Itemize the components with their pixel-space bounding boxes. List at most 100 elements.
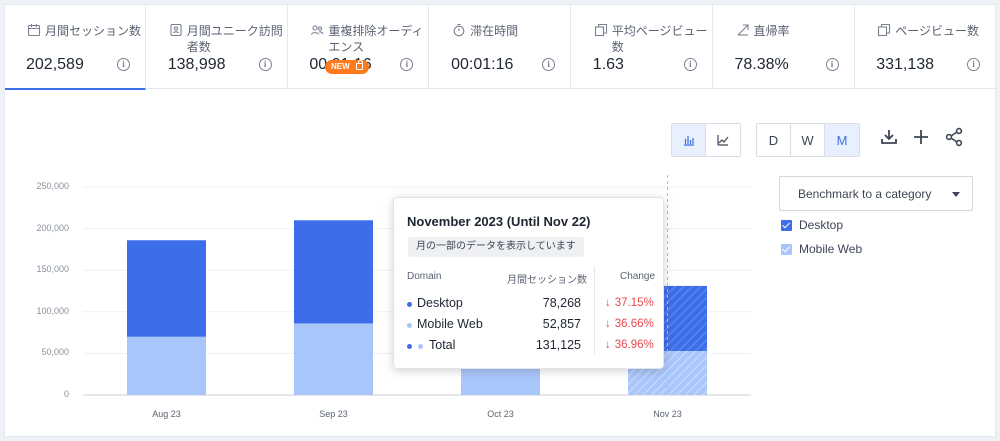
metric-tile-5[interactable]: 平均ページビュー数 1.63 i <box>572 5 713 89</box>
metric-tile-1[interactable]: 月間セッション数 202,589 i <box>5 5 146 90</box>
tooltip-row-value: 52,857 <box>542 317 581 331</box>
metric-tiles: 月間セッション数 202,589 i 月間ユニーク訪問者数 138,998 i 重複排除オー… <box>5 5 997 90</box>
share-icon <box>945 127 963 147</box>
info-icon[interactable]: i <box>825 58 839 71</box>
info-icon[interactable]: i <box>117 58 130 71</box>
download-button[interactable] <box>879 127 899 147</box>
checkbox-icon[interactable] <box>781 244 792 255</box>
bounce-icon <box>736 23 750 37</box>
tooltip-row-change: ↓ 37.15% <box>605 297 654 309</box>
series-dot <box>407 323 412 328</box>
x-tick-label: Aug 23 <box>152 409 181 419</box>
series-dot <box>418 344 423 349</box>
traffic-panel: 月間セッション数 202,589 i 月間ユニーク訪問者数 138,998 i 重複排除オー… <box>4 4 997 437</box>
tooltip-col-change: Change <box>620 271 656 282</box>
y-tick-label: 150,000 <box>36 264 69 275</box>
share-button[interactable] <box>944 127 964 147</box>
metric-tile-6[interactable]: 直帰率 78.38% i <box>714 5 855 89</box>
pageviews-icon <box>877 23 891 37</box>
tooltip-row-name: Desktop <box>417 296 463 310</box>
info-icon[interactable]: i <box>683 58 697 71</box>
chart-tooltip: November 2023 (Until Nov 22) 月の一部のデータを表示… <box>393 197 664 369</box>
arrow-down-icon: ↓ <box>605 339 611 351</box>
legend-label: Mobile Web <box>799 242 863 256</box>
arrow-down-icon: ↓ <box>605 318 611 330</box>
add-button[interactable] <box>911 127 931 147</box>
plus-icon <box>914 130 928 144</box>
caret-down-icon <box>952 192 960 197</box>
metric-value: 202,589 <box>26 56 84 73</box>
checkbox-icon[interactable] <box>781 220 792 231</box>
metric-label: 平均ページビュー数 <box>611 24 708 54</box>
chart-type-toggle <box>671 123 741 157</box>
tooltip-col-domain: Domain <box>407 271 442 282</box>
legend-label: Desktop <box>799 218 844 232</box>
line-chart-button[interactable] <box>706 124 740 156</box>
metric-label: 直帰率 <box>753 24 790 38</box>
info-icon[interactable]: i <box>542 58 556 71</box>
info-icon[interactable]: i <box>967 58 981 71</box>
metric-tile-2[interactable]: 月間ユニーク訪問者数 138,998 i <box>147 5 288 89</box>
metric-label: 重複排除オーディエンス <box>328 24 424 54</box>
metric-tile-3[interactable]: 重複排除オーディエンス00:01:16i <box>288 5 430 89</box>
y-tick-label: 200,000 <box>36 222 69 233</box>
series-dot <box>407 302 412 307</box>
pages-icon <box>594 23 608 37</box>
legend-item-mobile-web[interactable]: Mobile Web <box>781 242 931 258</box>
period-toggle: DWM <box>756 123 860 157</box>
id-card-icon <box>169 23 183 37</box>
benchmark-dropdown[interactable]: Benchmark to a category <box>779 176 973 211</box>
period-button-m[interactable]: M <box>825 124 859 156</box>
bar-mobile-web-2[interactable] <box>294 323 373 395</box>
tooltip-partial-note: 月の一部のデータを表示しています <box>408 237 584 257</box>
tooltip-title: November 2023 (Until Nov 22) <box>407 214 591 229</box>
metric-value: 331,138 <box>876 56 935 73</box>
metric-label: 月間セッション数 <box>45 24 142 38</box>
metric-value: 00:01:16 <box>451 56 514 73</box>
bar-chart-icon <box>683 136 694 146</box>
metric-tile-7[interactable]: ページビュー数 331,138 i <box>855 5 996 89</box>
x-tick-label: Sep 23 <box>319 409 348 419</box>
stopwatch-icon <box>452 23 466 37</box>
metric-value: 138,998 <box>167 56 226 73</box>
y-tick-label: 0 <box>63 389 69 399</box>
metric-label: ページビュー数 <box>895 24 979 38</box>
bar-desktop-2[interactable] <box>294 220 373 324</box>
metric-label: 滞在時間 <box>470 24 519 38</box>
info-icon[interactable]: i <box>400 58 414 71</box>
tooltip-row-value: 78,268 <box>542 296 581 310</box>
metric-label: 月間ユニーク訪問者数 <box>186 24 283 54</box>
bar-desktop-1[interactable] <box>127 240 206 337</box>
x-tick-label: Oct 23 <box>487 409 514 419</box>
benchmark-label: Benchmark to a category <box>798 187 932 201</box>
new-badge-text: NEW <box>331 62 350 71</box>
period-button-d[interactable]: D <box>757 124 791 156</box>
x-tick-label: Nov 23 <box>653 409 682 419</box>
legend-item-desktop[interactable]: Desktop <box>781 218 931 234</box>
tooltip-row-value: 131,125 <box>535 338 581 352</box>
metric-tile-4[interactable]: 滞在時間 00:01:16 i <box>430 5 572 89</box>
y-tick-label: 250,000 <box>36 181 69 191</box>
tooltip-row-name: Mobile Web <box>417 317 483 331</box>
y-tick-label: 50,000 <box>41 347 69 358</box>
users-icon <box>310 23 324 37</box>
download-icon <box>881 130 897 144</box>
line-chart-icon <box>717 135 729 146</box>
series-dot <box>407 344 412 349</box>
metric-value: 78.38% <box>734 56 789 73</box>
period-button-w[interactable]: W <box>791 124 825 156</box>
tooltip-row: Mobile Web 52,857 ↓ 36.66% <box>407 317 657 335</box>
info-icon[interactable]: i <box>258 58 272 71</box>
tooltip-row-name: Total <box>429 338 456 352</box>
tooltip-col-metric: 月間セッション数 <box>507 275 587 286</box>
y-tick-label: 100,000 <box>36 305 69 316</box>
bar-mobile-web-1[interactable] <box>127 336 206 395</box>
metric-value: 1.63 <box>592 56 624 73</box>
tooltip-row-change: ↓ 36.96% <box>605 339 654 351</box>
lock-icon <box>356 60 363 70</box>
new-badge: NEW <box>325 60 369 74</box>
tooltip-row: Total 131,125 ↓ 36.96% <box>407 338 657 356</box>
calendar-icon <box>27 23 41 37</box>
bar-chart-button[interactable] <box>672 124 706 156</box>
arrow-down-icon: ↓ <box>605 297 611 309</box>
